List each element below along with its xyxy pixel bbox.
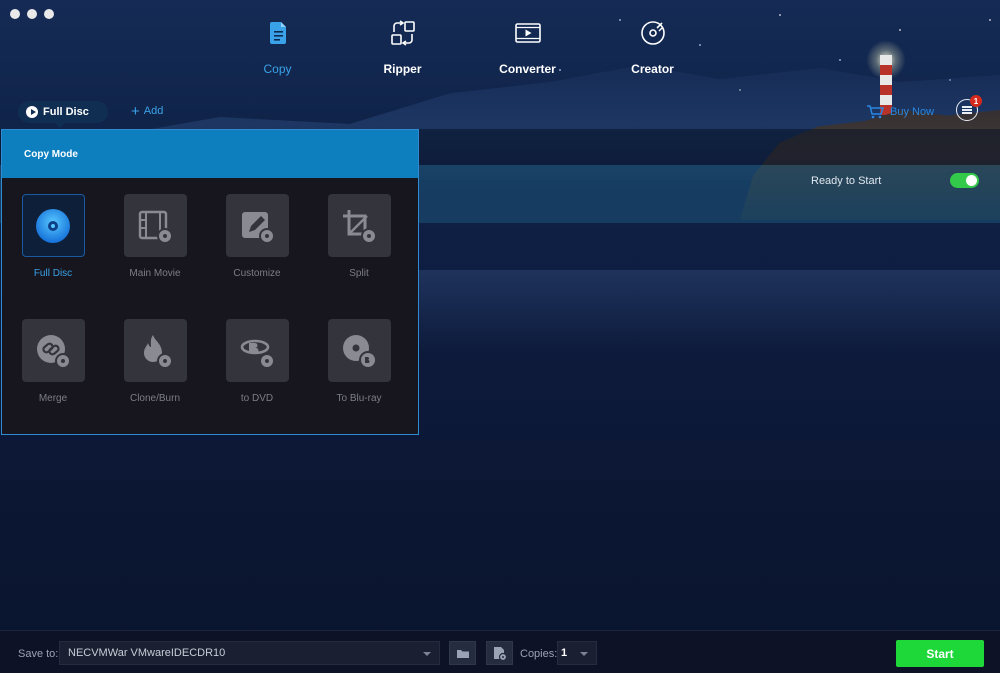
water-reflection <box>380 270 1000 350</box>
copy-icon <box>269 22 286 44</box>
bluray-to-dvd-icon <box>240 339 275 369</box>
nav-ripper-label: Ripper <box>383 62 422 76</box>
caret-down-icon <box>55 123 65 128</box>
minimize-window-button[interactable] <box>27 9 37 19</box>
link-icon <box>37 334 71 369</box>
save-to-value: NECVMWar VMwareIDECDR10 <box>68 647 226 659</box>
mode-tile <box>225 319 289 382</box>
close-window-button[interactable] <box>10 9 20 19</box>
zoom-window-button[interactable] <box>44 9 54 19</box>
start-button[interactable]: Start <box>896 640 984 667</box>
nav-converter[interactable]: Converter <box>465 18 590 76</box>
browse-folder-button[interactable] <box>449 641 476 665</box>
disc-to-bluray-icon <box>343 334 377 369</box>
nav-creator-label: Creator <box>631 62 674 76</box>
chevron-down-icon <box>580 652 588 656</box>
mode-main-movie[interactable]: Main Movie <box>122 194 188 319</box>
mode-to-bluray[interactable]: To Blu-ray <box>326 319 392 444</box>
crop-icon <box>343 209 377 244</box>
ripper-icon <box>390 20 415 46</box>
mode-merge[interactable]: Merge <box>20 319 86 444</box>
folder-icon <box>456 649 469 658</box>
save-as-iso-button[interactable] <box>486 641 513 665</box>
mode-label: Full Disc <box>33 268 73 279</box>
mode-label: to DVD <box>240 393 274 404</box>
copy-mode-selector[interactable]: Full Disc <box>18 101 108 128</box>
app-window: Copy Ripper Converter Creator Ready to S… <box>0 0 1000 673</box>
bottom-bar: Save to: NECVMWar VMwareIDECDR10 Copies:… <box>0 630 1000 673</box>
notification-badge: 1 <box>970 95 982 107</box>
disc-enable-toggle[interactable] <box>950 173 979 188</box>
flame-icon <box>144 334 173 369</box>
copies-value: 1 <box>561 647 568 659</box>
menu-icon <box>962 109 972 111</box>
buy-now-label: Buy Now <box>890 105 935 118</box>
mode-split[interactable]: Split <box>326 194 392 319</box>
converter-icon <box>514 23 541 43</box>
mode-label: Merge <box>38 393 68 404</box>
arrow-right-icon <box>26 106 38 118</box>
mode-tile <box>21 194 85 257</box>
mode-tile <box>225 194 289 257</box>
window-controls <box>10 9 54 19</box>
copy-mode-grid: Full Disc Main Movie Customize Split Mer… <box>20 194 428 444</box>
add-source-button[interactable]: + Add <box>131 102 164 120</box>
mode-label: Main Movie <box>129 268 181 279</box>
mode-full-disc[interactable]: Full Disc <box>20 194 86 319</box>
save-to-select[interactable]: NECVMWar VMwareIDECDR10 <box>59 641 440 665</box>
disc-icon <box>36 208 70 243</box>
mode-label: To Blu-ray <box>336 393 382 404</box>
buy-now-button[interactable]: Buy Now <box>866 104 934 119</box>
nav-creator[interactable]: Creator <box>590 18 715 76</box>
mode-tile <box>123 194 187 257</box>
nav-copy-label: Copy <box>263 62 292 76</box>
nav-copy[interactable]: Copy <box>215 18 340 76</box>
mode-label: Clone/Burn <box>129 393 181 404</box>
copies-label: Copies: <box>520 648 558 660</box>
copy-mode-selector-label: Full Disc <box>43 106 89 118</box>
mode-label: Customize <box>233 268 281 279</box>
nav-ripper[interactable]: Ripper <box>340 18 465 76</box>
mode-label: Split <box>349 268 369 279</box>
plus-icon: + <box>131 102 140 120</box>
mode-to-dvd[interactable]: to DVD <box>224 319 290 444</box>
cart-icon <box>867 105 884 119</box>
main-nav: Copy Ripper Converter Creator <box>215 18 715 76</box>
mode-tile <box>327 194 391 257</box>
nav-converter-label: Converter <box>499 62 556 76</box>
add-source-label: Add <box>143 105 164 117</box>
copy-mode-panel: Copy Mode Full Disc Main Movie Customize… <box>1 129 419 435</box>
chevron-down-icon <box>423 652 431 656</box>
copies-select[interactable]: 1 <box>557 641 597 665</box>
creator-icon <box>640 21 665 45</box>
mode-tile <box>123 319 187 382</box>
save-to-label: Save to: <box>18 648 59 660</box>
film-icon <box>138 210 173 244</box>
mode-tile <box>21 319 85 382</box>
disc-status-text: Ready to Start <box>811 175 882 187</box>
mode-clone-burn[interactable]: Clone/Burn <box>122 319 188 444</box>
iso-file-icon <box>494 646 507 661</box>
mode-customize[interactable]: Customize <box>224 194 290 319</box>
edit-icon <box>242 211 275 244</box>
toggle-knob <box>966 175 977 186</box>
copy-mode-title: Copy Mode <box>2 130 418 178</box>
mode-tile <box>327 319 391 382</box>
